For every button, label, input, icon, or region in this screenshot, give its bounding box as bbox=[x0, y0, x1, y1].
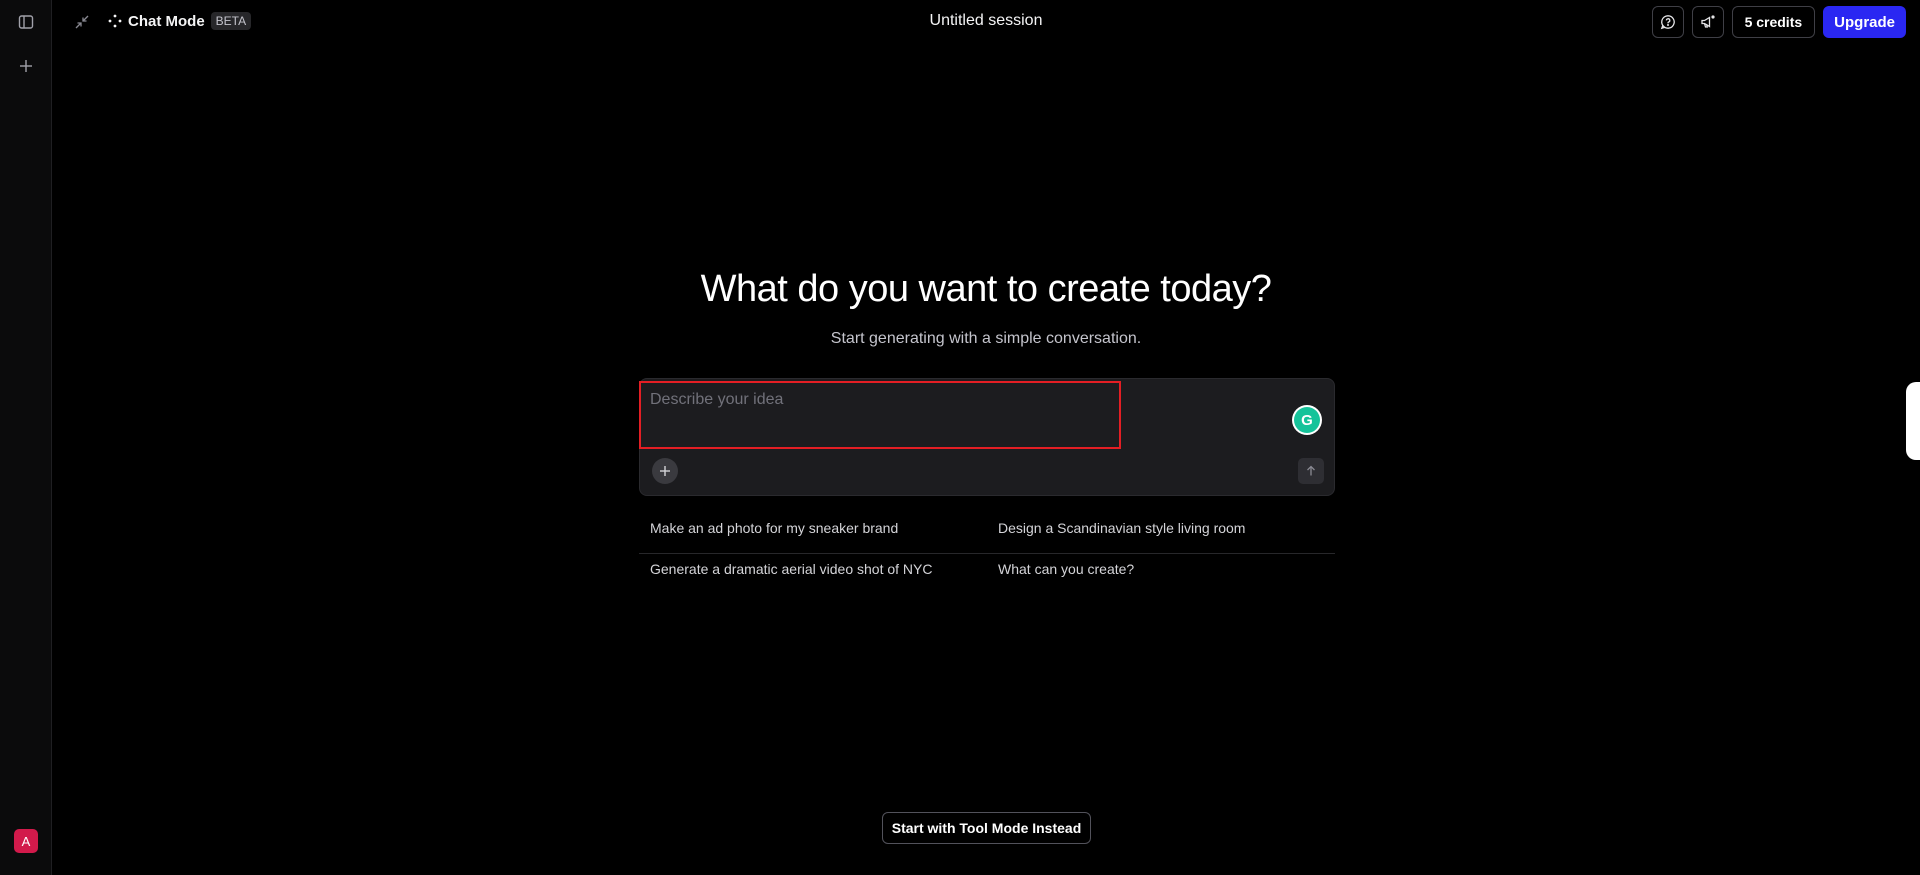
collapse-arrows-icon bbox=[75, 15, 89, 29]
avatar[interactable]: A bbox=[14, 829, 38, 853]
feedback-button[interactable] bbox=[1651, 6, 1684, 38]
mode-label: Chat Mode bbox=[128, 12, 205, 30]
mode-switcher[interactable]: Chat Mode BETA bbox=[108, 12, 252, 30]
beta-badge: BETA bbox=[210, 12, 252, 30]
sidebar-toggle-icon bbox=[18, 15, 34, 29]
tool-mode-button[interactable]: Start with Tool Mode Instead bbox=[882, 812, 1091, 844]
page-title: What do you want to create today? bbox=[700, 268, 1272, 310]
collapse-button[interactable] bbox=[70, 10, 94, 34]
prompt-composer: G bbox=[639, 378, 1335, 496]
page-subtitle: Start generating with a simple conversat… bbox=[830, 330, 1142, 347]
suggestion-item[interactable]: Design a Scandinavian style living room bbox=[987, 513, 1335, 553]
avatar-initial: A bbox=[21, 833, 31, 849]
new-session-button[interactable] bbox=[12, 52, 40, 80]
announcements-button[interactable] bbox=[1691, 6, 1724, 38]
left-rail: A bbox=[0, 0, 52, 875]
prompt-input[interactable] bbox=[641, 383, 1119, 447]
suggestion-item[interactable]: Make an ad photo for my sneaker brand bbox=[639, 513, 987, 553]
prompt-input-highlight bbox=[639, 381, 1121, 449]
plus-icon bbox=[20, 60, 32, 72]
megaphone-icon bbox=[1700, 15, 1715, 28]
session-title[interactable]: Untitled session bbox=[930, 12, 1043, 29]
chat-help-icon bbox=[1660, 15, 1675, 30]
top-bar: Chat Mode BETA Untitled session 5 credit… bbox=[52, 0, 1920, 44]
suggestion-row: Generate a dramatic aerial video shot of… bbox=[639, 554, 1335, 595]
attach-button[interactable] bbox=[652, 458, 678, 484]
grammarly-button[interactable]: G bbox=[1292, 405, 1322, 435]
top-right-actions: 5 credits Upgrade bbox=[1651, 6, 1906, 38]
sidebar-toggle-button[interactable] bbox=[12, 8, 40, 36]
side-panel-handle[interactable] bbox=[1906, 382, 1920, 460]
arrow-up-icon bbox=[1307, 465, 1315, 476]
suggestion-row: Make an ad photo for my sneaker brand De… bbox=[639, 513, 1335, 554]
send-button[interactable] bbox=[1298, 458, 1324, 484]
sparkle-dots-icon bbox=[108, 14, 122, 28]
plus-icon bbox=[660, 466, 670, 476]
suggestion-item[interactable]: What can you create? bbox=[987, 554, 1335, 595]
suggestion-item[interactable]: Generate a dramatic aerial video shot of… bbox=[639, 554, 987, 595]
credits-button[interactable]: 5 credits bbox=[1731, 6, 1816, 38]
app: A Chat Mode BETA Untitled session 5 cred… bbox=[0, 0, 1920, 875]
upgrade-button[interactable]: Upgrade bbox=[1823, 6, 1906, 38]
session-title-wrap: Untitled session bbox=[52, 12, 1920, 30]
suggestions-list: Make an ad photo for my sneaker brand De… bbox=[639, 513, 1335, 595]
grammarly-icon: G bbox=[1294, 407, 1320, 433]
